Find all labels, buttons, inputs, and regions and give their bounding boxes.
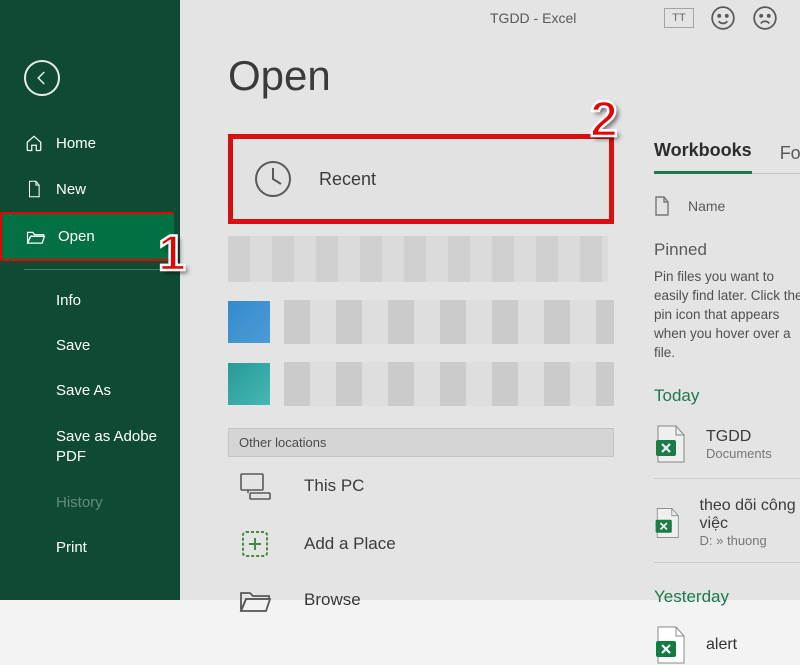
source-label: Browse xyxy=(304,590,361,610)
column-name[interactable]: Name xyxy=(688,198,725,214)
file-row[interactable]: theo dõi công việc D: » thuong xyxy=(654,497,800,548)
column-header-row: Name xyxy=(654,196,800,216)
divider xyxy=(24,269,160,270)
nav-item-info[interactable]: Info xyxy=(0,278,180,323)
section-today: Today xyxy=(654,386,800,406)
source-add-place[interactable]: Add a Place xyxy=(228,515,614,573)
source-label: Recent xyxy=(319,169,376,190)
nav-label: Home xyxy=(56,135,96,152)
helper-text: Pin files you want to easily find later.… xyxy=(654,268,800,362)
nav-item-new[interactable]: New xyxy=(0,166,180,212)
nav-item-save[interactable]: Save xyxy=(0,323,180,368)
nav-item-save-adobe-pdf[interactable]: Save as Adobe PDF xyxy=(0,413,180,480)
file-name: theo dõi công việc xyxy=(700,497,800,533)
redacted-icon xyxy=(228,301,270,343)
home-icon xyxy=(24,134,44,152)
smile-face-icon[interactable] xyxy=(710,5,736,31)
nav-item-saveas[interactable]: Save As xyxy=(0,368,180,413)
file-row[interactable]: alert xyxy=(654,625,800,665)
source-label: Add a Place xyxy=(304,534,396,554)
file-name: TGDD xyxy=(706,428,772,446)
section-pinned: Pinned xyxy=(654,240,800,260)
redacted-icon xyxy=(228,363,270,405)
open-sources-column: Recent Other locations This PC Add a Pla… xyxy=(228,134,614,627)
redacted-block xyxy=(228,236,608,282)
page-title: Open xyxy=(228,52,800,100)
arrow-left-icon xyxy=(33,69,51,87)
nav-item-history: History xyxy=(0,480,180,525)
file-row[interactable]: TGDD Documents xyxy=(654,424,800,464)
file-path: D: » thuong xyxy=(700,533,800,548)
this-pc-icon xyxy=(234,471,276,501)
source-recent[interactable]: Recent xyxy=(228,134,614,224)
document-icon xyxy=(24,180,44,198)
back-button[interactable] xyxy=(24,60,60,96)
annotation-1: 1 xyxy=(158,224,186,282)
annotation-2: 2 xyxy=(590,90,618,148)
folder-open-icon xyxy=(26,229,46,245)
nav-label: New xyxy=(56,181,86,198)
account-badge[interactable]: TT xyxy=(664,8,694,28)
file-name: alert xyxy=(706,636,737,654)
divider xyxy=(654,562,800,563)
file-path: Documents xyxy=(706,446,772,461)
nav-primary: Home New Open Info Save Save As Save as … xyxy=(0,120,180,570)
tab-folders[interactable]: Folders xyxy=(780,143,800,174)
source-this-pc[interactable]: This PC xyxy=(228,457,614,515)
nav-item-print[interactable]: Print xyxy=(0,525,180,570)
source-label: This PC xyxy=(304,476,364,496)
add-place-icon xyxy=(234,529,276,559)
nav-secondary: Info Save Save As Save as Adobe PDF Hist… xyxy=(0,278,180,570)
redacted-lines xyxy=(284,300,614,344)
nav-label: Open xyxy=(58,228,95,245)
window-title: TGDD - Excel xyxy=(490,10,576,26)
folder-open-icon xyxy=(234,587,276,613)
title-bar: TGDD - Excel TT xyxy=(360,0,800,36)
section-yesterday: Yesterday xyxy=(654,587,800,607)
divider xyxy=(654,478,800,479)
excel-file-icon xyxy=(654,625,688,665)
other-locations-header: Other locations xyxy=(228,428,614,457)
nav-item-open[interactable]: Open xyxy=(0,212,174,261)
redacted-row xyxy=(228,300,614,344)
tabs: Workbooks Folders xyxy=(654,140,800,174)
clock-icon xyxy=(253,159,293,199)
excel-file-icon xyxy=(654,503,682,543)
redacted-row xyxy=(228,362,614,406)
source-browse[interactable]: Browse xyxy=(228,573,614,627)
nav-item-home[interactable]: Home xyxy=(0,120,180,166)
redacted-lines xyxy=(284,362,614,406)
main-panel: TGDD - Excel TT Open Recent Other locati… xyxy=(180,0,800,600)
recent-files-column: Workbooks Folders Name Pinned Pin files … xyxy=(654,140,800,665)
tab-workbooks[interactable]: Workbooks xyxy=(654,140,752,174)
document-icon xyxy=(654,196,670,216)
excel-file-icon xyxy=(654,424,688,464)
backstage-sidebar: Home New Open Info Save Save As Save as … xyxy=(0,0,180,600)
sad-face-icon[interactable] xyxy=(752,5,778,31)
